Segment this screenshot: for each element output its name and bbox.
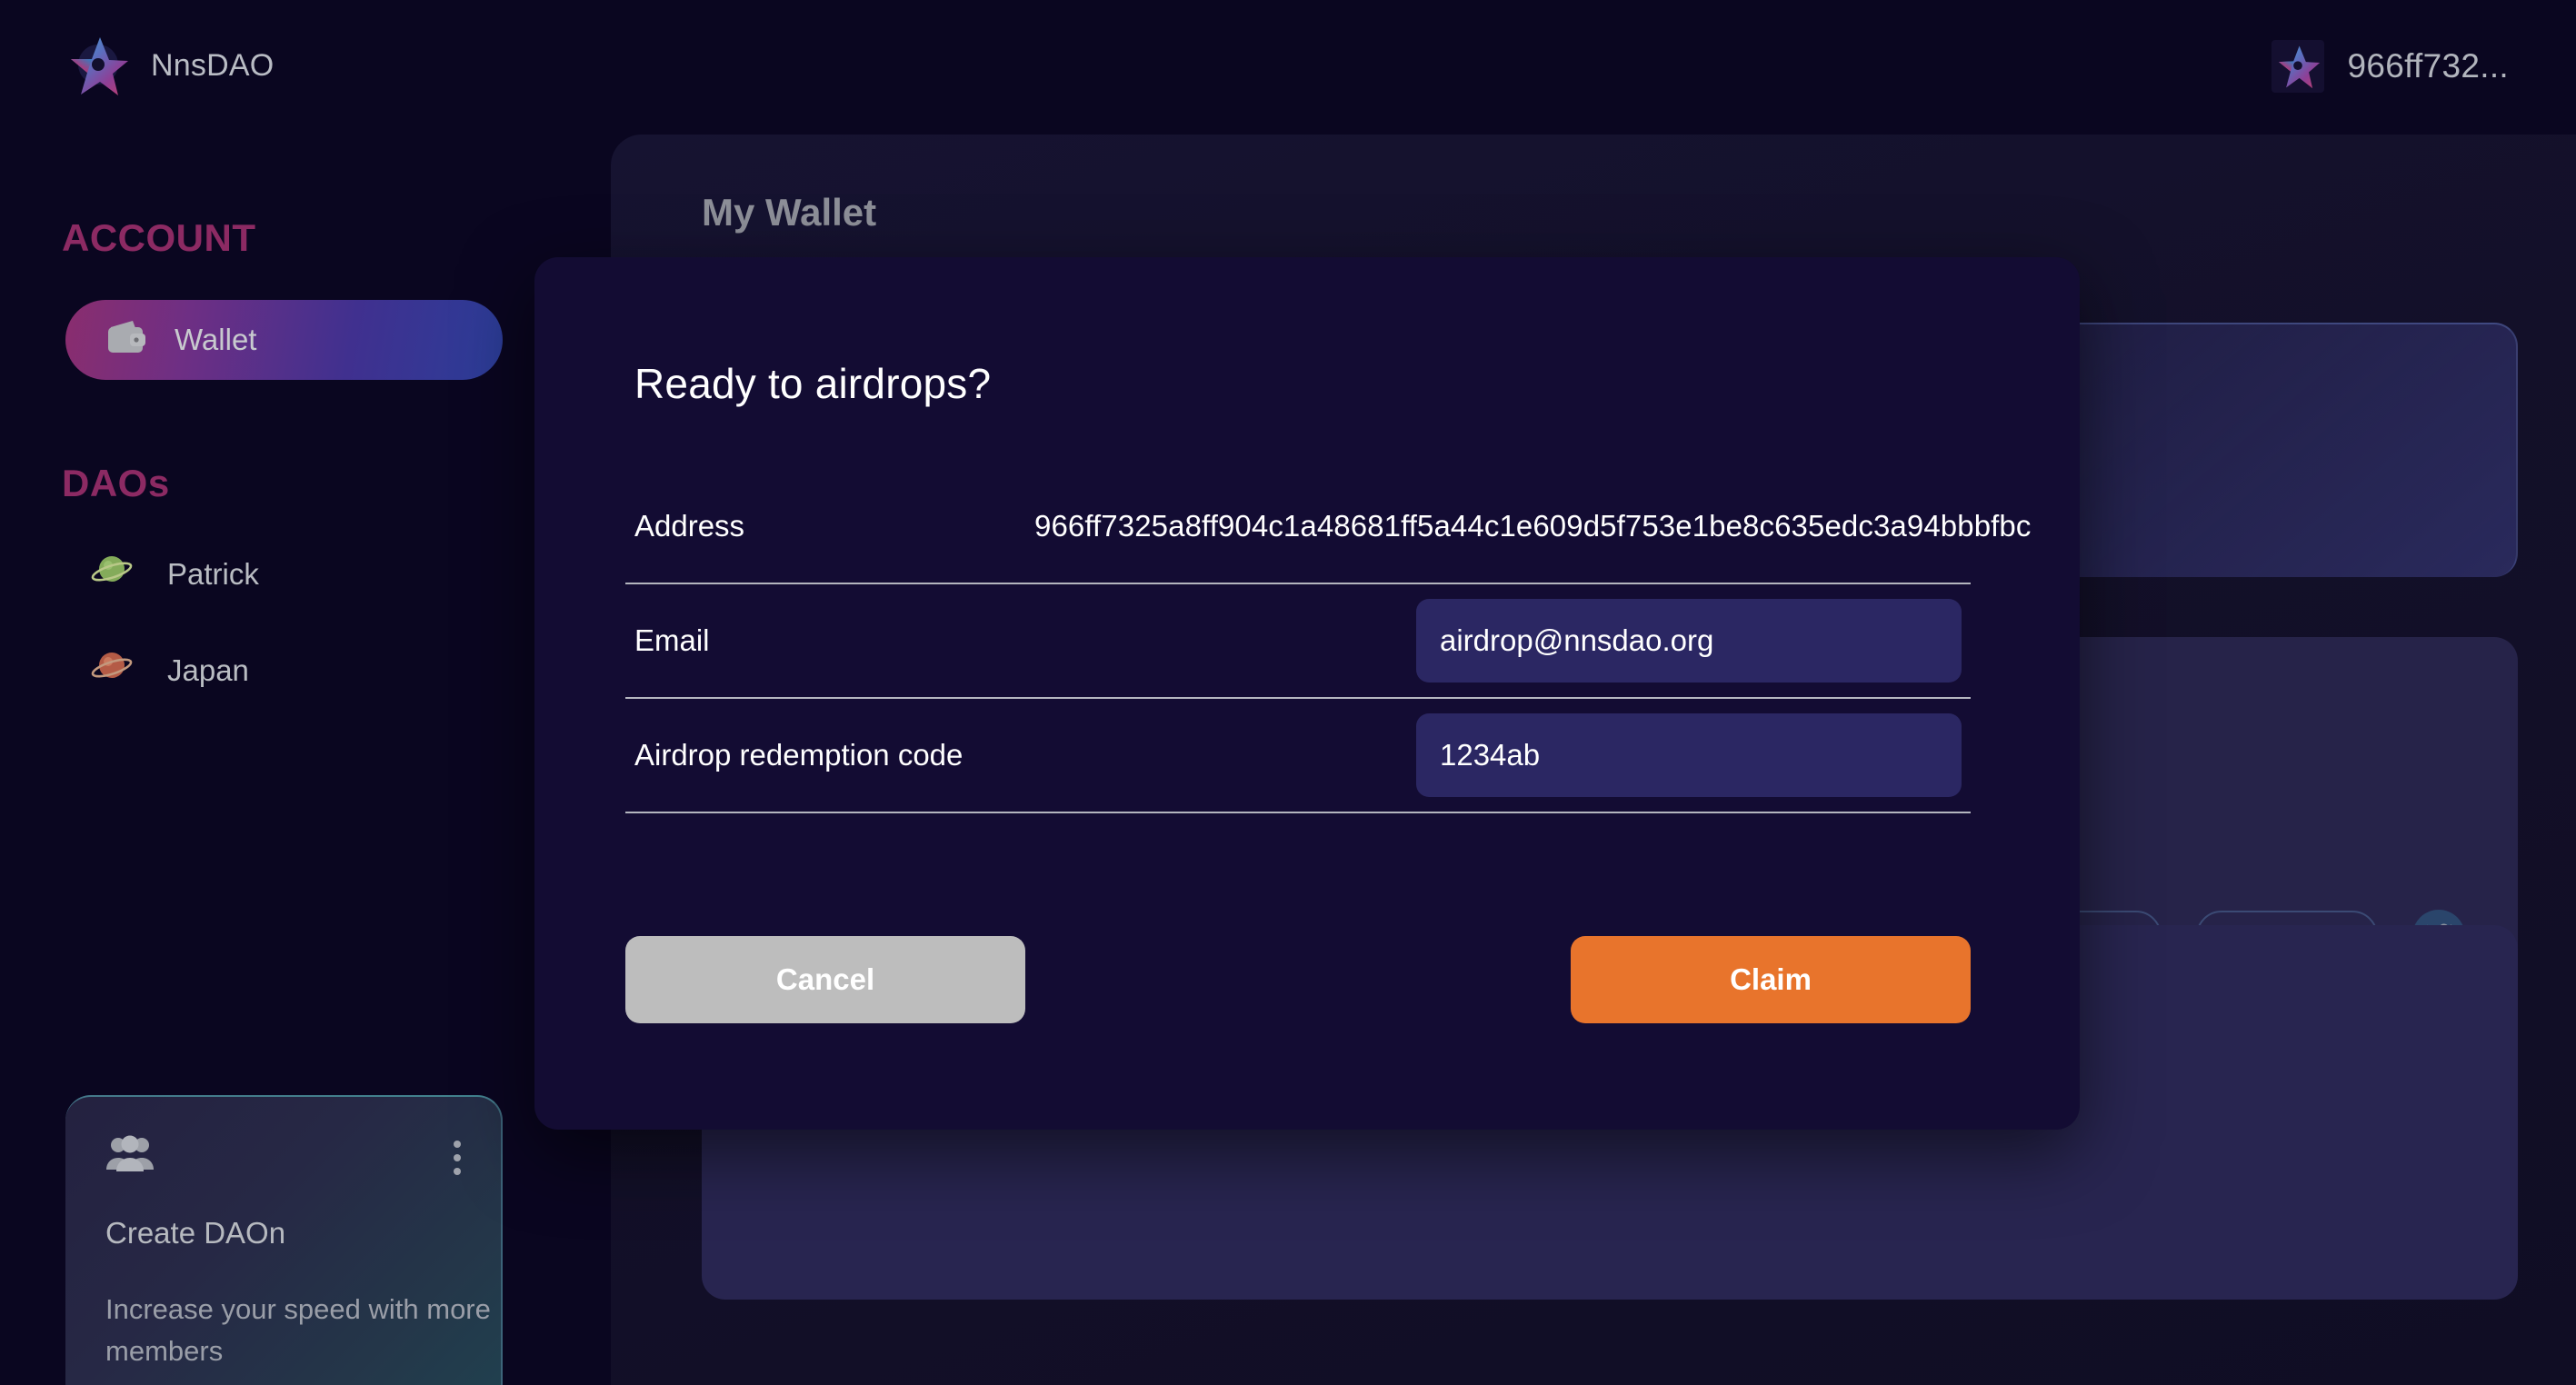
field-row-email: Email bbox=[625, 584, 1971, 699]
redemption-code-label: Airdrop redemption code bbox=[634, 738, 964, 772]
address-value: 966ff7325a8ff904c1a48681ff5a44c1e609d5f7… bbox=[1034, 509, 2032, 543]
airdrop-modal: Ready to airdrops? Address 966ff7325a8ff… bbox=[534, 257, 2080, 1130]
app-root: NnsDAO 966ff732... ACCOUNT Wallet DAOs P… bbox=[0, 0, 2576, 1385]
field-row-redemption-code: Airdrop redemption code bbox=[625, 699, 1971, 813]
cancel-button[interactable]: Cancel bbox=[625, 936, 1025, 1023]
field-row-address: Address 966ff7325a8ff904c1a48681ff5a44c1… bbox=[625, 470, 2031, 584]
modal-footer: Cancel Claim bbox=[625, 936, 1971, 1023]
claim-button[interactable]: Claim bbox=[1571, 936, 1971, 1023]
modal-title: Ready to airdrops? bbox=[634, 360, 992, 407]
address-label: Address bbox=[634, 509, 745, 543]
email-input[interactable] bbox=[1416, 599, 1962, 683]
redemption-code-input[interactable] bbox=[1416, 713, 1962, 797]
email-label: Email bbox=[634, 623, 710, 657]
modal-overlay: Ready to airdrops? Address 966ff7325a8ff… bbox=[0, 0, 2576, 1385]
